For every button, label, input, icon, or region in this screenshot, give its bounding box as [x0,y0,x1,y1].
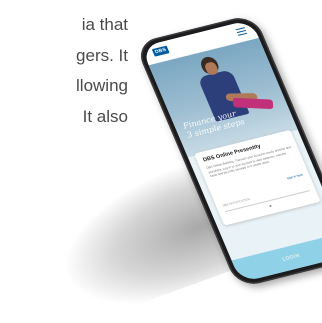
background-text-line: It also [82,106,128,126]
login-button[interactable]: LOGIN [231,233,322,283]
pagination-dot [269,204,272,208]
sign-in-link[interactable]: Sign in here [286,173,303,181]
card-input-placeholder: DBS NOTIFICATION [221,197,251,208]
background-text-line: llowing [76,76,128,95]
hamburger-menu-icon[interactable] [235,27,248,36]
background-paragraph: ia that gers. It llowing It also [0,10,128,132]
card-input-field[interactable]: DBS NOTIFICATION [220,180,310,213]
background-text-line: ia that [81,15,128,34]
background-text-line: gers. It [76,45,128,65]
brand-logo: DBS [151,45,170,57]
